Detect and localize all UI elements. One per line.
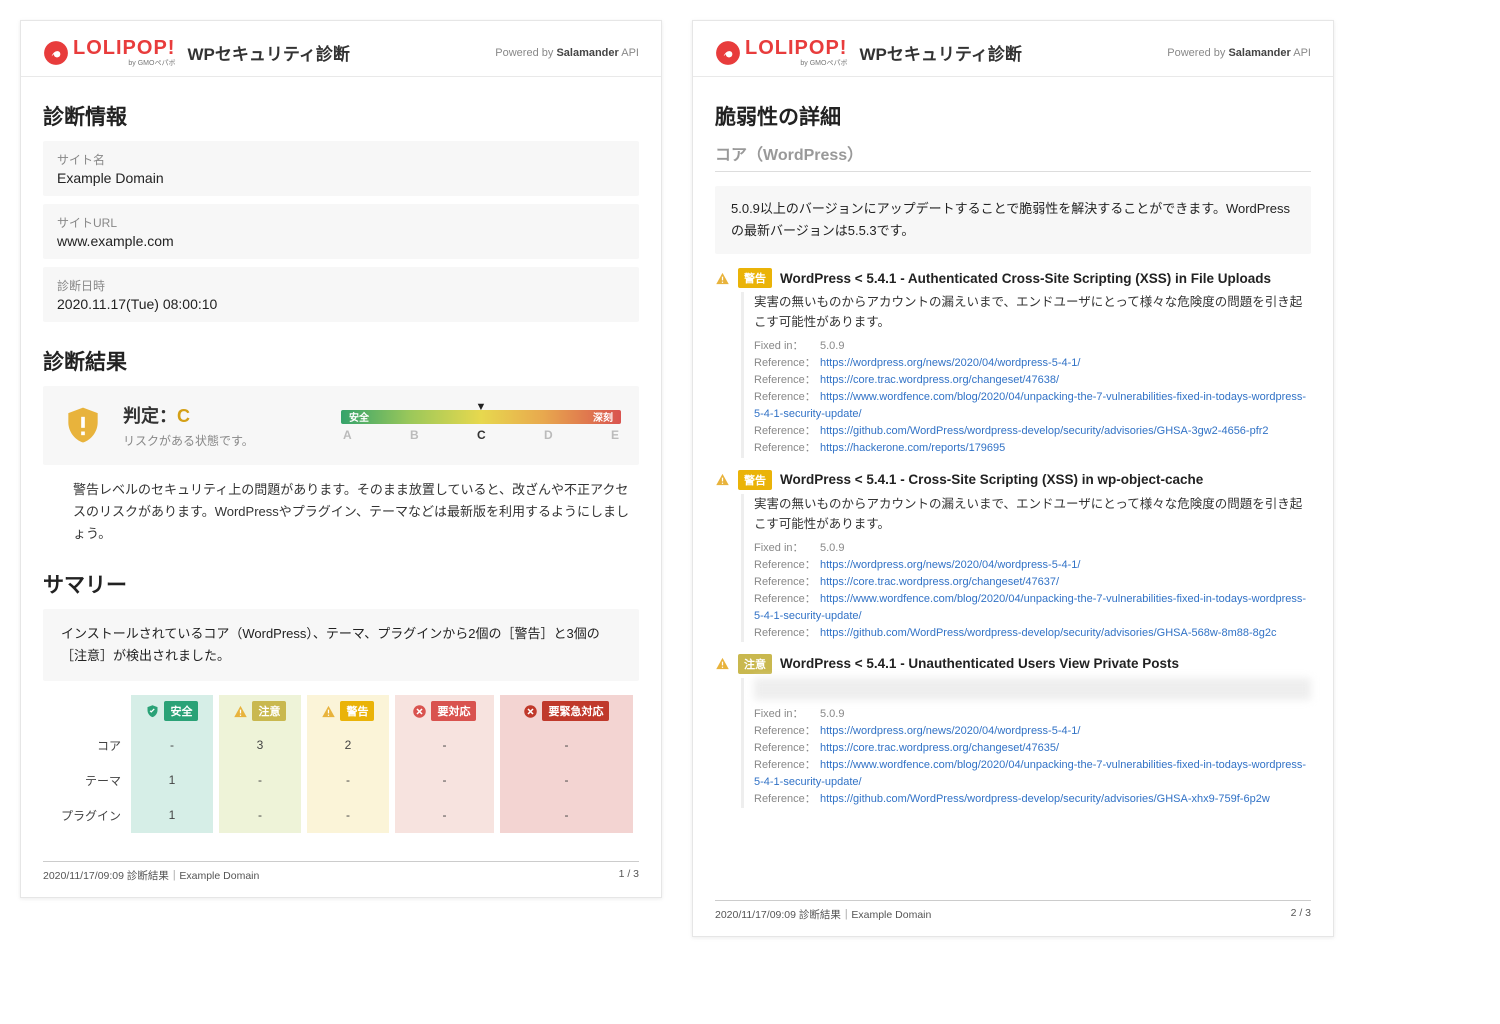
reference-link[interactable]: https://github.com/WordPress/wordpress-d…: [820, 627, 1277, 639]
triangle-warn-icon: [715, 271, 730, 286]
vuln-desc: 実害の無いものからアカウントの漏えいまで、エンドユーザにとって様々な危険度の問題…: [754, 292, 1311, 332]
vuln-title: WordPress < 5.4.1 - Unauthenticated User…: [780, 656, 1179, 671]
triangle-warn-icon: [715, 472, 730, 487]
page-footer: 2020/11/17/09:09 診断結果｜Example Domain1 / …: [43, 861, 639, 883]
reference-link[interactable]: https://hackerone.com/reports/179695: [820, 442, 1005, 454]
brand-name: LOLIPOP!: [73, 37, 175, 60]
triangle-warn-icon: [715, 656, 730, 671]
brand-logo: LOLIPOP! by GMOペパボ: [715, 37, 847, 68]
reference-link[interactable]: https://wordpress.org/news/2020/04/wordp…: [820, 357, 1080, 369]
vulnerability-item: 警告 WordPress < 5.4.1 - Authenticated Cro…: [715, 268, 1311, 457]
app-title: WPセキュリティ診断: [187, 40, 349, 65]
triangle-warn-icon: [321, 704, 336, 719]
section-result-title: 診断結果: [43, 346, 639, 376]
vuln-title: WordPress < 5.4.1 - Authenticated Cross-…: [780, 271, 1271, 286]
triangle-warn-icon: [233, 704, 248, 719]
upgrade-hint: 5.0.9以上のバージョンにアップデートすることで脆弱性を解決することができます…: [715, 186, 1311, 254]
page-footer: 2020/11/17/09:09 診断結果｜Example Domain2 / …: [715, 900, 1311, 922]
subsection-core: コア（WordPress）: [715, 141, 1311, 172]
vulnerability-item: 注意 WordPress < 5.4.1 - Unauthenticated U…: [715, 654, 1311, 808]
verdict-text: 判定：C リスクがある状態です。: [123, 402, 254, 449]
vulnerability-list: 警告 WordPress < 5.4.1 - Authenticated Cro…: [715, 268, 1311, 808]
report-page-1: LOLIPOP! by GMOペパボ WPセキュリティ診断 Powered by…: [20, 20, 662, 898]
reference-link[interactable]: https://github.com/WordPress/wordpress-d…: [820, 425, 1269, 437]
vulnerability-item: 警告 WordPress < 5.4.1 - Cross-Site Script…: [715, 470, 1311, 642]
section-detail-title: 脆弱性の詳細: [715, 101, 1311, 131]
info-site-name: サイト名 Example Domain: [43, 141, 639, 196]
reference-link[interactable]: https://wordpress.org/news/2020/04/wordp…: [820, 559, 1080, 571]
summary-note: インストールされているコア（WordPress）、テーマ、プラグインから2個の［…: [43, 609, 639, 681]
grade-meter: 安全 ▼ 深刻 A B C D E: [341, 410, 621, 442]
table-row: テーマ1----: [49, 763, 633, 798]
shield-warn-icon: [61, 404, 105, 448]
grade-letters: A B C D E: [341, 428, 621, 442]
report-page-2: LOLIPOP! by GMOペパボ WPセキュリティ診断 Powered by…: [692, 20, 1334, 937]
grade-pointer-icon: ▼: [476, 401, 487, 413]
reference-link[interactable]: https://core.trac.wordpress.org/changese…: [820, 742, 1059, 754]
info-scan-date: 診断日時 2020.11.17(Tue) 08:00:10: [43, 267, 639, 322]
lolipop-icon: [715, 40, 741, 66]
reference-link[interactable]: https://www.wordfence.com/blog/2020/04/u…: [754, 593, 1306, 622]
reference-link[interactable]: https://github.com/WordPress/wordpress-d…: [820, 793, 1270, 805]
reference-link[interactable]: https://www.wordfence.com/blog/2020/04/u…: [754, 759, 1306, 788]
grade-bar: 安全 ▼ 深刻: [341, 410, 621, 424]
fixed-in: 5.0.9: [820, 340, 844, 352]
severity-badge: 注意: [738, 654, 772, 674]
summary-header-row: 安全 注意 警告 要対応 要緊急対応: [49, 695, 633, 728]
table-row: コア-32--: [49, 728, 633, 763]
severity-badge: 警告: [738, 470, 772, 490]
reference-link[interactable]: https://www.wordfence.com/blog/2020/04/u…: [754, 391, 1306, 420]
fixed-in: 5.0.9: [820, 708, 844, 720]
powered-by: Powered by Salamander API: [495, 47, 639, 59]
reference-link[interactable]: https://core.trac.wordpress.org/changese…: [820, 576, 1059, 588]
lolipop-icon: [43, 40, 69, 66]
summary-table: 安全 注意 警告 要対応 要緊急対応 コア-32-- テーマ1---- プラグイ…: [43, 695, 639, 833]
reference-link[interactable]: https://core.trac.wordpress.org/changese…: [820, 374, 1059, 386]
info-site-url: サイトURL www.example.com: [43, 204, 639, 259]
powered-by: Powered by Salamander API: [1167, 47, 1311, 59]
verdict-note: 警告レベルのセキュリティ上の問題があります。そのまま放置していると、改ざんや不正…: [73, 479, 639, 545]
section-info-title: 診断情報: [43, 101, 639, 131]
brand-name: LOLIPOP!: [745, 37, 847, 60]
check-shield-icon: [145, 704, 160, 719]
redacted-desc: [754, 678, 1311, 700]
section-summary-title: サマリー: [43, 569, 639, 599]
header: LOLIPOP! by GMOペパボ WPセキュリティ診断 Powered by…: [693, 21, 1333, 77]
header: LOLIPOP! by GMOペパボ WPセキュリティ診断 Powered by…: [21, 21, 661, 77]
vuln-desc: 実害の無いものからアカウントの漏えいまで、エンドユーザにとって様々な危険度の問題…: [754, 494, 1311, 534]
reference-link[interactable]: https://wordpress.org/news/2020/04/wordp…: [820, 725, 1080, 737]
table-row: プラグイン1----: [49, 798, 633, 833]
vuln-title: WordPress < 5.4.1 - Cross-Site Scripting…: [780, 472, 1203, 487]
x-circle-icon: [523, 704, 538, 719]
app-title: WPセキュリティ診断: [859, 40, 1021, 65]
fixed-in: 5.0.9: [820, 542, 844, 554]
x-circle-icon: [412, 704, 427, 719]
brand-logo: LOLIPOP! by GMOペパボ: [43, 37, 175, 68]
verdict-box: 判定：C リスクがある状態です。 安全 ▼ 深刻 A B C D E: [43, 386, 639, 465]
severity-badge: 警告: [738, 268, 772, 288]
